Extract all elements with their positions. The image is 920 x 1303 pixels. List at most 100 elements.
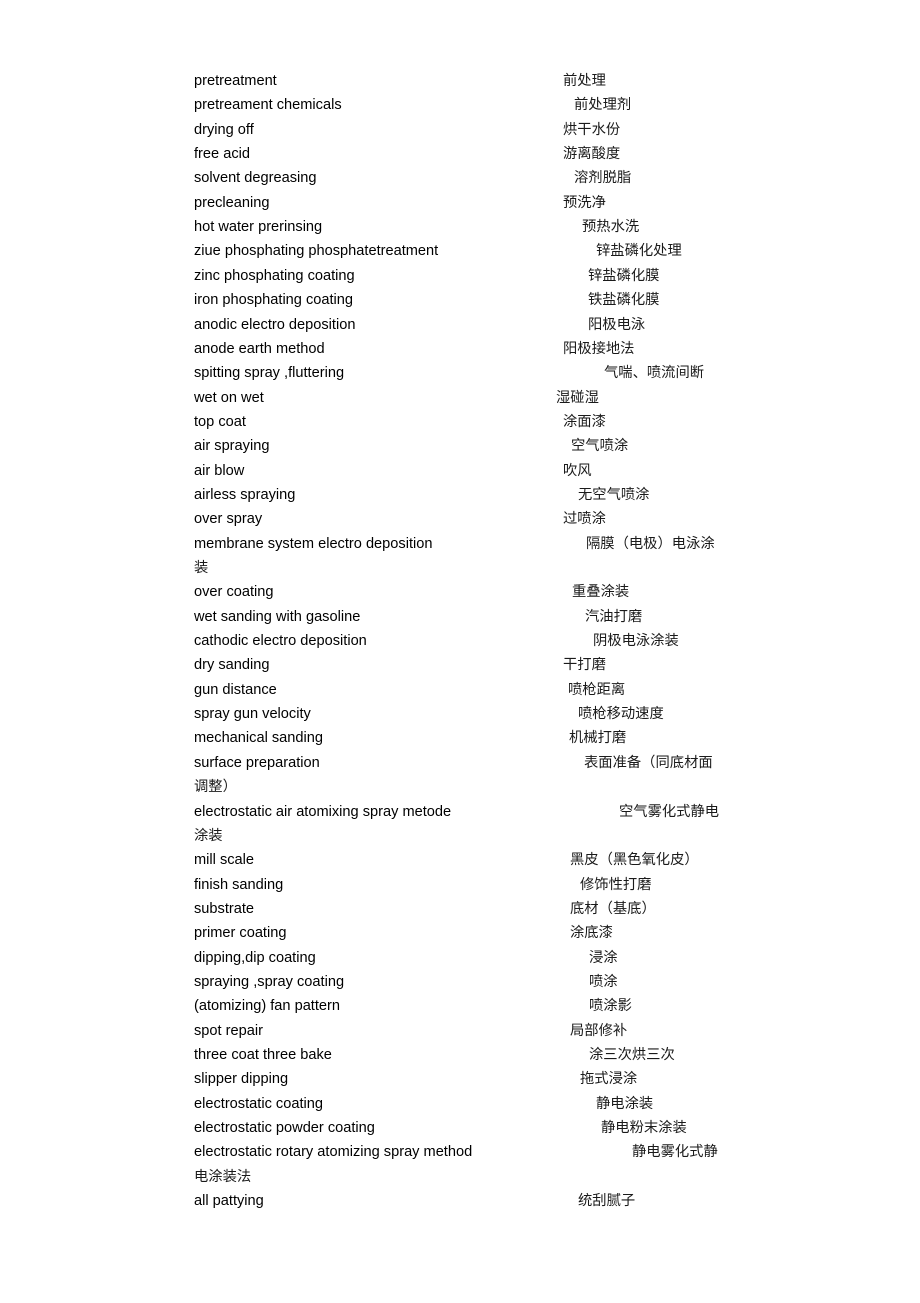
glossary-row-continuation: 装: [0, 556, 920, 580]
term-english: finish sanding: [194, 876, 284, 893]
glossary-row: finish sanding 修饰性打磨: [0, 873, 920, 897]
term-chinese: 静电雾化式静: [632, 1144, 718, 1161]
glossary-row: membrane system electro deposition 隔膜（电极）…: [0, 532, 920, 556]
term-chinese: 浸涂: [589, 949, 618, 966]
term-english: electrostatic coating: [194, 1095, 323, 1112]
glossary-row: solvent degreasing 溶剂脱脂: [0, 166, 920, 190]
term-chinese: 湿碰湿: [556, 389, 599, 406]
term-english: anode earth method: [194, 340, 325, 357]
glossary-row: spraying ,spray coating 喷涂: [0, 970, 920, 994]
term-chinese: 修饰性打磨: [580, 876, 652, 893]
term-chinese: 涂三次烘三次: [589, 1047, 675, 1063]
term-chinese: 喷涂影: [589, 998, 632, 1015]
term-english: anodic electro deposition: [194, 316, 356, 333]
term-chinese-continuation: 调整）: [194, 779, 237, 796]
glossary-row: spot repair 局部修补: [0, 1019, 920, 1043]
glossary-row: anodic electro deposition 阳极电泳: [0, 313, 920, 337]
term-english: electrostatic air atomixing spray metode: [194, 803, 452, 820]
term-chinese: 表面准备（同底材面: [584, 754, 713, 771]
term-chinese: 前处理剂: [574, 97, 632, 114]
document-page: pretreatment 前处理 pretreament chemicals 前处理剂…: [0, 0, 920, 1303]
term-chinese: 拖式浸涂: [580, 1071, 638, 1088]
term-chinese: 隔膜（电极）电泳涂: [586, 535, 715, 552]
term-english: airless spraying: [194, 486, 296, 503]
term-chinese: 喷枪距离: [568, 681, 626, 698]
glossary-row: iron phosphating coating 铁盐磷化膜: [0, 288, 920, 312]
glossary-row: dipping,dip coating 浸涂: [0, 946, 920, 970]
term-english: air spraying: [194, 438, 270, 455]
term-english: free acid: [194, 146, 250, 163]
glossary-row-continuation: 电涂装法: [0, 1165, 920, 1189]
glossary-row: dry sanding 干打磨: [0, 653, 920, 677]
term-chinese: 阴极电泳涂装: [593, 633, 679, 650]
term-english: spraying ,spray coating: [194, 973, 345, 990]
term-chinese: 机械打磨: [569, 730, 627, 747]
glossary-row: spray gun velocity 喷枪移动速度: [0, 702, 920, 726]
glossary-row: surface preparation 表面准备（同底材面: [0, 751, 920, 775]
term-english: spot repair: [194, 1022, 263, 1039]
term-chinese: 静电粉末涂装: [601, 1120, 687, 1137]
term-english: primer coating: [194, 925, 287, 942]
glossary-row: spitting spray ,fluttering 气喘、喷流间断: [0, 361, 920, 385]
term-english: membrane system electro deposition: [194, 535, 433, 552]
term-chinese-continuation: 装: [194, 560, 209, 576]
term-chinese: 统刮腻子: [578, 1193, 636, 1210]
term-english: slipper dipping: [194, 1071, 289, 1088]
term-english: wet sanding with gasoline: [194, 608, 361, 625]
glossary-row: wet sanding with gasoline 汽油打磨: [0, 605, 920, 629]
term-english: air blow: [194, 462, 245, 479]
term-english: substrate: [194, 900, 255, 917]
term-english: precleaning: [194, 194, 270, 211]
glossary-row: wet on wet 湿碰湿: [0, 386, 920, 410]
term-chinese-continuation: 电涂装法: [194, 1168, 252, 1185]
term-chinese: 溶剂脱脂: [574, 170, 632, 187]
term-chinese: 空气喷涂: [571, 438, 629, 455]
term-chinese: 预热水洗: [582, 219, 640, 236]
glossary-row: air blow 吹风: [0, 459, 920, 483]
term-english: mechanical sanding: [194, 730, 323, 747]
glossary-row: all pattying 统刮腻子: [0, 1189, 920, 1213]
term-english: electrostatic powder coating: [194, 1120, 375, 1137]
term-chinese: 汽油打磨: [585, 608, 643, 625]
term-chinese: 喷涂: [589, 973, 618, 990]
term-chinese: 烘干水份: [563, 121, 621, 138]
term-chinese: 阳极电泳: [588, 316, 646, 333]
term-english: over coating: [194, 584, 274, 601]
glossary-row: zinc phosphating coating 锌盐磷化膜: [0, 264, 920, 288]
term-chinese: 预洗净: [563, 194, 606, 211]
term-chinese: 黑皮（黑色氧化皮）: [570, 852, 699, 869]
glossary-row: air spraying 空气喷涂: [0, 434, 920, 458]
term-english: spitting spray ,fluttering: [194, 365, 345, 382]
term-chinese: 前处理: [563, 73, 606, 89]
glossary-row: pretreatment 前处理: [0, 69, 920, 93]
glossary-row: cathodic electro deposition 阴极电泳涂装: [0, 629, 920, 653]
term-chinese: 吹风: [563, 462, 592, 479]
glossary-row: ziue phosphating phosphatetreatment 锌盐磷化处…: [0, 239, 920, 263]
term-chinese: 锌盐磷化膜: [588, 267, 660, 284]
term-chinese: 无空气喷涂: [578, 486, 650, 503]
glossary-row: precleaning 预洗净: [0, 191, 920, 215]
term-chinese: 涂面漆: [563, 413, 606, 430]
glossary-row: gun distance 喷枪距离: [0, 678, 920, 702]
glossary-row: slipper dipping 拖式浸涂: [0, 1067, 920, 1091]
glossary-row: drying off 烘干水份: [0, 118, 920, 142]
term-chinese: 喷枪移动速度: [578, 706, 664, 723]
glossary-row: mechanical sanding 机械打磨: [0, 726, 920, 750]
term-english: top coat: [194, 413, 246, 430]
glossary-row: substrate 底材（基底）: [0, 897, 920, 921]
term-english: cathodic electro deposition: [194, 633, 367, 650]
term-english: surface preparation: [194, 754, 320, 771]
glossary-row-continuation: 调整）: [0, 775, 920, 799]
glossary-row: over coating 重叠涂装: [0, 580, 920, 604]
glossary-row: electrostatic air atomixing spray metode…: [0, 800, 920, 824]
term-english: mill scale: [194, 852, 255, 869]
term-chinese: 铁盐磷化膜: [588, 292, 660, 309]
term-english: iron phosphating coating: [194, 292, 354, 309]
term-english: pretreatment: [194, 73, 277, 89]
term-english: gun distance: [194, 681, 277, 698]
term-chinese-continuation: 涂装: [194, 827, 223, 844]
term-english: pretreament chemicals: [194, 97, 342, 114]
term-chinese: 锌盐磷化处理: [596, 243, 682, 260]
glossary-row: mill scale 黑皮（黑色氧化皮）: [0, 848, 920, 872]
glossary-row-continuation: 涂装: [0, 824, 920, 848]
